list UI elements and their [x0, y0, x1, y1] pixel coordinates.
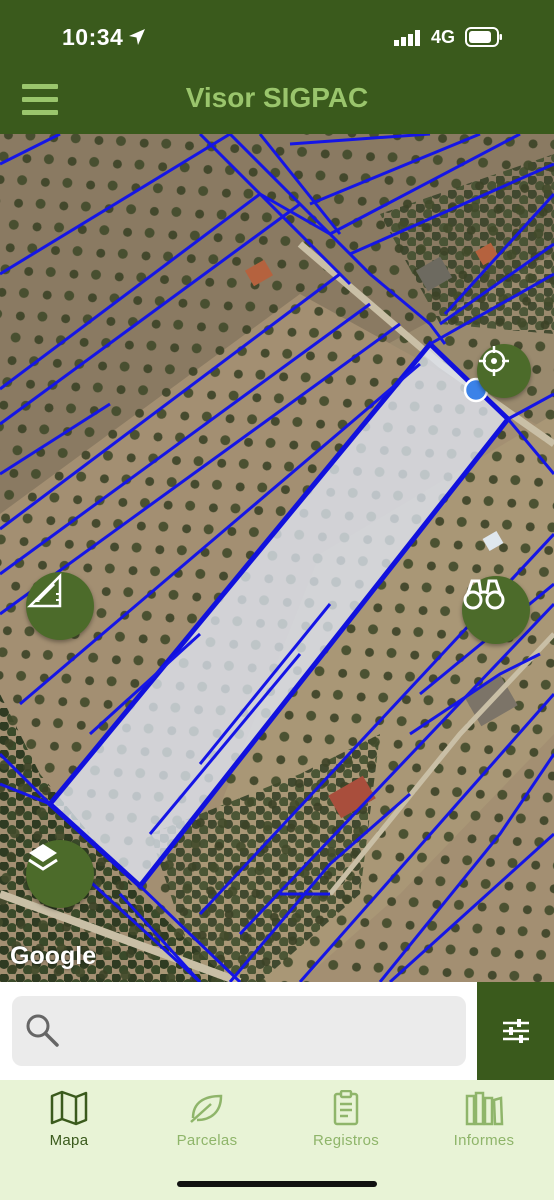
- layers-icon: [28, 844, 58, 871]
- tab-label-informes: Informes: [453, 1132, 515, 1149]
- satellite-map[interactable]: Google: [0, 134, 554, 982]
- search-icon: [26, 1014, 59, 1047]
- google-attribution: Google: [10, 942, 97, 970]
- app-title: Visor SIGPAC: [185, 82, 369, 113]
- search-input[interactable]: [72, 1012, 456, 1050]
- sliders-icon: [502, 1019, 529, 1043]
- locate-me-button[interactable]: [477, 344, 531, 398]
- binoculars-icon: [463, 579, 505, 610]
- clipboard-icon: [333, 1090, 359, 1126]
- ruler-pencil-icon: [26, 572, 62, 608]
- cellular-signal-icon: [394, 30, 420, 46]
- tab-label-parcelas: Parcelas: [176, 1132, 238, 1149]
- search-field[interactable]: [12, 996, 466, 1066]
- crosshair-icon: [479, 346, 509, 376]
- network-type: 4G: [431, 27, 456, 47]
- tab-registros[interactable]: Registros: [277, 1090, 415, 1160]
- filter-button[interactable]: [477, 982, 554, 1080]
- layers-button[interactable]: [26, 840, 94, 908]
- location-arrow-icon: [129, 29, 145, 45]
- home-indicator: [177, 1181, 377, 1187]
- measure-draw-button[interactable]: [26, 572, 94, 640]
- app-bar: Visor SIGPAC: [0, 70, 554, 134]
- leaf-icon: [190, 1094, 223, 1123]
- books-icon: [465, 1091, 504, 1126]
- status-time: 10:34: [62, 24, 124, 50]
- status-bar: 10:34 4G: [0, 0, 554, 70]
- explore-button[interactable]: [462, 576, 530, 644]
- tab-informes[interactable]: Informes: [415, 1090, 553, 1160]
- tab-parcelas[interactable]: Parcelas: [138, 1090, 276, 1160]
- map-icon: [50, 1090, 88, 1126]
- tab-mapa[interactable]: Mapa: [0, 1090, 138, 1160]
- tab-label-registros: Registros: [312, 1132, 380, 1149]
- tab-label-mapa: Mapa: [49, 1132, 89, 1149]
- search-bar: [0, 982, 554, 1080]
- battery-icon: [465, 27, 502, 47]
